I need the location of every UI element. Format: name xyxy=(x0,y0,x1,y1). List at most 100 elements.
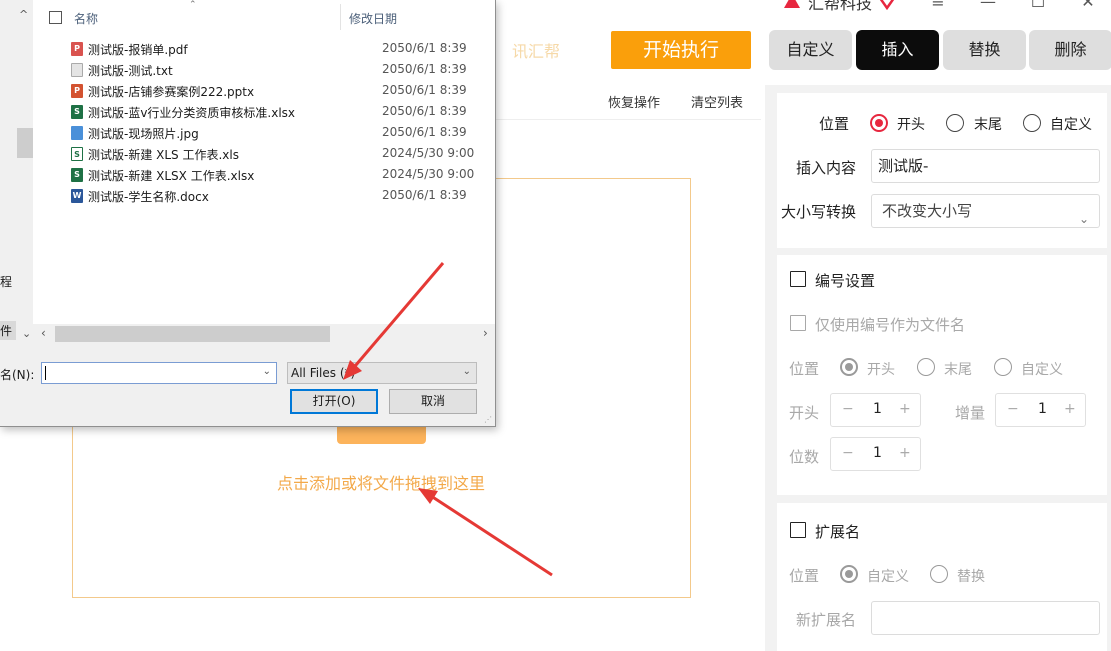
minimize-icon[interactable]: — xyxy=(976,0,1000,12)
position-start-radio[interactable] xyxy=(870,114,888,132)
extension-checkbox[interactable] xyxy=(790,522,806,538)
file-row[interactable]: S 测试版-新建 XLSX 工作表.xlsx 2024/5/30 9:00 xyxy=(69,164,489,185)
only-number-label[interactable]: 仅使用编号作为文件名 xyxy=(815,314,965,335)
xlsx-icon: S xyxy=(71,105,83,119)
tab-delete[interactable]: 删除 xyxy=(1029,30,1111,70)
file-row[interactable]: P 测试版-店铺参赛案例222.pptx 2050/6/1 8:39 xyxy=(69,80,489,101)
maximize-icon[interactable]: ☐ xyxy=(1026,0,1050,12)
increment-value[interactable]: 1 xyxy=(1038,401,1047,417)
nav-scrollbar[interactable] xyxy=(16,0,33,345)
minus-icon[interactable]: − xyxy=(842,445,854,461)
file-name[interactable]: 测试版-店铺参赛案例222.pptx xyxy=(88,83,254,100)
extension-label[interactable]: 扩展名 xyxy=(815,521,860,542)
extension-replace-radio[interactable] xyxy=(930,565,948,583)
clear-list-button[interactable]: 清空列表 xyxy=(691,92,743,111)
file-name[interactable]: 测试版-新建 XLS 工作表.xls xyxy=(88,146,239,163)
position-custom-label[interactable]: 自定义 xyxy=(1050,114,1092,134)
case-conversion-label: 大小写转换 xyxy=(781,203,857,221)
file-name[interactable]: 测试版-测试.txt xyxy=(88,62,173,79)
add-files-button[interactable] xyxy=(337,426,426,444)
case-conversion-select[interactable]: 不改变大小写 ⌄ xyxy=(871,194,1100,228)
position-start-label[interactable]: 开头 xyxy=(897,114,925,134)
digits-value[interactable]: 1 xyxy=(873,445,882,461)
numbering-end-radio[interactable] xyxy=(917,358,935,376)
file-row[interactable]: 测试版-现场照片.jpg 2050/6/1 8:39 xyxy=(69,122,489,143)
file-row[interactable]: W 测试版-学生名称.docx 2050/6/1 8:39 xyxy=(69,185,489,206)
file-type-filter[interactable]: All Files (*) ⌄ xyxy=(287,362,477,384)
horizontal-scrollbar[interactable]: ‹ › xyxy=(33,324,495,345)
dropzone-hint[interactable]: 点击添加或将文件拖拽到这里 xyxy=(0,470,762,494)
numbering-start-option[interactable]: 开头 xyxy=(867,359,895,379)
nav-item-selected[interactable]: 件 xyxy=(0,321,17,340)
file-row[interactable]: P 测试版-报销单.pdf 2050/6/1 8:39 xyxy=(69,38,489,59)
file-name[interactable]: 测试版-学生名称.docx xyxy=(88,188,209,205)
toolbar-divider xyxy=(496,119,761,120)
numbering-custom-radio[interactable] xyxy=(994,358,1012,376)
txt-icon xyxy=(71,63,83,77)
file-name[interactable]: 测试版-现场照片.jpg xyxy=(88,125,199,142)
numbering-custom-option[interactable]: 自定义 xyxy=(1021,359,1063,379)
start-number-value[interactable]: 1 xyxy=(873,401,882,417)
filename-input[interactable]: ⌄ xyxy=(41,362,277,384)
file-name[interactable]: 测试版-新建 XLSX 工作表.xlsx xyxy=(88,167,254,184)
tab-insert[interactable]: 插入 xyxy=(856,30,939,70)
increment-stepper[interactable]: − 1 + xyxy=(995,393,1086,427)
file-date: 2050/6/1 8:39 xyxy=(382,83,467,97)
extension-replace-option[interactable]: 替换 xyxy=(957,566,985,586)
digits-label: 位数 xyxy=(789,448,820,466)
minus-icon[interactable]: − xyxy=(842,401,854,417)
resize-grip-icon[interactable]: ⋰ xyxy=(484,415,492,424)
plus-icon[interactable]: + xyxy=(899,401,911,417)
file-date: 2050/6/1 8:39 xyxy=(382,188,467,202)
numbering-start-radio[interactable] xyxy=(840,358,858,376)
plus-icon[interactable]: + xyxy=(1064,401,1076,417)
numbering-end-option[interactable]: 末尾 xyxy=(944,359,972,379)
insert-content-input[interactable]: 测试版- xyxy=(871,149,1100,183)
position-custom-radio[interactable] xyxy=(1023,114,1041,132)
only-number-checkbox[interactable] xyxy=(790,315,806,331)
file-type-value[interactable]: All Files (*) xyxy=(291,366,355,380)
column-header-date[interactable]: 修改日期 xyxy=(349,10,397,27)
horizontal-scrollbar-thumb[interactable] xyxy=(55,326,330,342)
chevron-down-icon[interactable]: ⌄ xyxy=(263,366,271,377)
tab-custom[interactable]: 自定义 xyxy=(769,30,852,70)
file-name[interactable]: 测试版-报销单.pdf xyxy=(88,41,188,58)
numbering-label[interactable]: 编号设置 xyxy=(815,270,875,291)
digits-stepper[interactable]: − 1 + xyxy=(830,437,921,471)
new-extension-input[interactable] xyxy=(871,601,1100,635)
new-extension-label: 新扩展名 xyxy=(796,611,857,629)
extension-custom-option[interactable]: 自定义 xyxy=(867,566,909,586)
minus-icon[interactable]: − xyxy=(1007,401,1019,417)
nav-item[interactable]: 程 xyxy=(0,273,12,290)
position-end-radio[interactable] xyxy=(946,114,964,132)
chevron-left-icon[interactable]: ‹ xyxy=(41,326,46,340)
start-button[interactable]: 开始执行 xyxy=(611,31,751,69)
column-header-name[interactable]: 名称 xyxy=(74,10,98,27)
position-end-label[interactable]: 末尾 xyxy=(974,114,1002,134)
increment-label: 增量 xyxy=(955,404,986,422)
ghost-text: 讯汇帮 xyxy=(512,42,561,61)
numbering-checkbox[interactable] xyxy=(790,271,806,287)
select-all-checkbox[interactable] xyxy=(49,11,62,24)
plus-icon[interactable]: + xyxy=(899,445,911,461)
chevron-down-icon[interactable]: ⌄ xyxy=(463,366,471,377)
menu-icon[interactable]: ≡ xyxy=(926,0,950,12)
extension-custom-radio[interactable] xyxy=(840,565,858,583)
cancel-button[interactable]: 取消 xyxy=(389,389,477,414)
vip-badge-icon[interactable] xyxy=(878,0,896,10)
file-row[interactable]: 测试版-测试.txt 2050/6/1 8:39 xyxy=(69,59,489,80)
chevron-down-icon[interactable]: ⌄ xyxy=(22,327,31,340)
file-row[interactable]: S 测试版-新建 XLS 工作表.xls 2024/5/30 9:00 xyxy=(69,143,489,164)
close-icon[interactable]: ✕ xyxy=(1076,0,1100,12)
tab-replace[interactable]: 替换 xyxy=(943,30,1026,70)
undo-button[interactable]: 恢复操作 xyxy=(608,92,660,111)
open-button[interactable]: 打开(O) xyxy=(290,389,378,414)
chevron-right-icon[interactable]: › xyxy=(483,326,488,340)
nav-scrollbar-thumb[interactable] xyxy=(17,128,33,158)
chevron-up-icon[interactable]: ^ xyxy=(19,8,28,21)
file-name[interactable]: 测试版-蓝v行业分类资质审核标准.xlsx xyxy=(88,104,295,121)
insert-content-label: 插入内容 xyxy=(796,159,857,177)
file-row[interactable]: S 测试版-蓝v行业分类资质审核标准.xlsx 2050/6/1 8:39 xyxy=(69,101,489,122)
column-separator[interactable] xyxy=(340,4,341,30)
start-number-stepper[interactable]: − 1 + xyxy=(830,393,921,427)
